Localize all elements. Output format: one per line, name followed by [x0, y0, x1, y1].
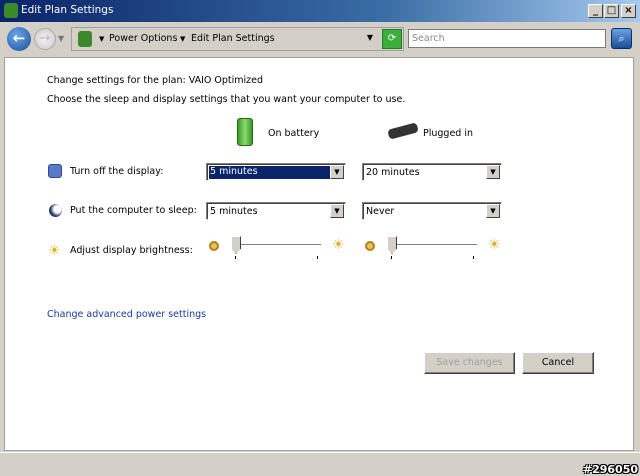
save-changes-button[interactable]: Save changes — [424, 352, 515, 374]
dropdown-arrow-icon[interactable]: ▼ — [330, 165, 344, 179]
selected-value: 5 minutes — [209, 166, 331, 179]
battery-icon — [237, 118, 253, 146]
selected-value: 20 minutes — [366, 167, 420, 178]
brightness-plugged-slider[interactable] — [387, 236, 479, 260]
sleep-moon-icon — [49, 204, 62, 217]
bright-icon: ☀ — [332, 237, 345, 253]
on-battery-header: On battery — [268, 128, 320, 139]
dropdown-arrow-icon[interactable]: ▼ — [330, 204, 344, 218]
dropdown-arrow-icon[interactable]: ▼ — [486, 204, 500, 218]
slider-tick — [391, 256, 392, 259]
brightness-sun-icon: ☀ — [48, 243, 61, 259]
slider-tick — [473, 256, 474, 259]
dropdown-arrow-icon[interactable]: ▼ — [486, 165, 500, 179]
slider-thumb[interactable] — [387, 236, 397, 254]
brightness-battery-slider[interactable] — [231, 236, 323, 260]
power-options-icon — [78, 31, 92, 47]
display-battery-select[interactable]: 5 minutes ▼ — [206, 163, 346, 181]
chevron-down-icon[interactable]: ▼ — [180, 35, 185, 43]
slider-track — [387, 244, 477, 246]
sleep-label: Put the computer to sleep: — [70, 205, 197, 216]
back-button[interactable]: ← — [7, 27, 31, 51]
refresh-button[interactable]: ⟳ — [382, 29, 402, 49]
address-dropdown-icon[interactable]: ▼ — [367, 33, 373, 42]
advanced-settings-link[interactable]: Change advanced power settings — [47, 309, 206, 320]
slider-thumb[interactable] — [231, 236, 241, 254]
chevron-down-icon[interactable]: ▼ — [99, 35, 104, 43]
plugged-in-header: Plugged in — [423, 128, 474, 139]
plan-name-text: Change settings for the plan: VAIO Optim… — [47, 75, 264, 86]
breadcrumb-edit-plan-settings[interactable]: Edit Plan Settings — [191, 33, 275, 44]
selected-value: Never — [366, 206, 395, 217]
dim-icon — [209, 241, 219, 251]
minimize-button[interactable]: _ — [588, 4, 603, 18]
maximize-button[interactable]: □ — [604, 4, 619, 18]
status-bar: #296050 — [0, 452, 640, 476]
address-bar[interactable]: ▼ Power Options ▼ Edit Plan Settings ▼ ⟳ — [71, 27, 404, 51]
content-pane: Change settings for the plan: VAIO Optim… — [4, 57, 634, 451]
breadcrumb-power-options[interactable]: Power Options — [109, 33, 177, 44]
search-button[interactable]: ⌕ — [611, 28, 632, 49]
sleep-plugged-select[interactable]: Never ▼ — [362, 202, 502, 220]
recent-pages-dropdown[interactable]: ▼ — [58, 34, 64, 43]
title-bar: Edit Plan Settings _ □ × — [0, 0, 640, 22]
power-options-icon — [4, 3, 18, 18]
watermark: #296050 — [582, 463, 638, 476]
dim-icon — [365, 241, 375, 251]
cancel-button[interactable]: Cancel — [522, 352, 594, 374]
search-input[interactable]: Search — [408, 29, 606, 48]
selected-value: 5 minutes — [210, 206, 258, 217]
turn-off-display-label: Turn off the display: — [70, 166, 164, 177]
plug-icon — [387, 122, 419, 140]
display-clock-icon — [48, 164, 62, 178]
bright-icon: ☀ — [488, 237, 501, 253]
close-button[interactable]: × — [621, 4, 636, 18]
display-plugged-select[interactable]: 20 minutes ▼ — [362, 163, 502, 181]
brightness-label: Adjust display brightness: — [70, 245, 193, 256]
forward-button[interactable]: → — [34, 28, 56, 50]
slider-tick — [235, 256, 236, 259]
sleep-battery-select[interactable]: 5 minutes ▼ — [206, 202, 346, 220]
navigation-bar: ← → ▼ ▼ Power Options ▼ Edit Plan Settin… — [0, 22, 640, 56]
subtitle: Choose the sleep and display settings th… — [47, 94, 406, 105]
slider-tick — [317, 256, 318, 259]
slider-track — [231, 244, 321, 246]
window-title: Edit Plan Settings — [21, 4, 114, 16]
